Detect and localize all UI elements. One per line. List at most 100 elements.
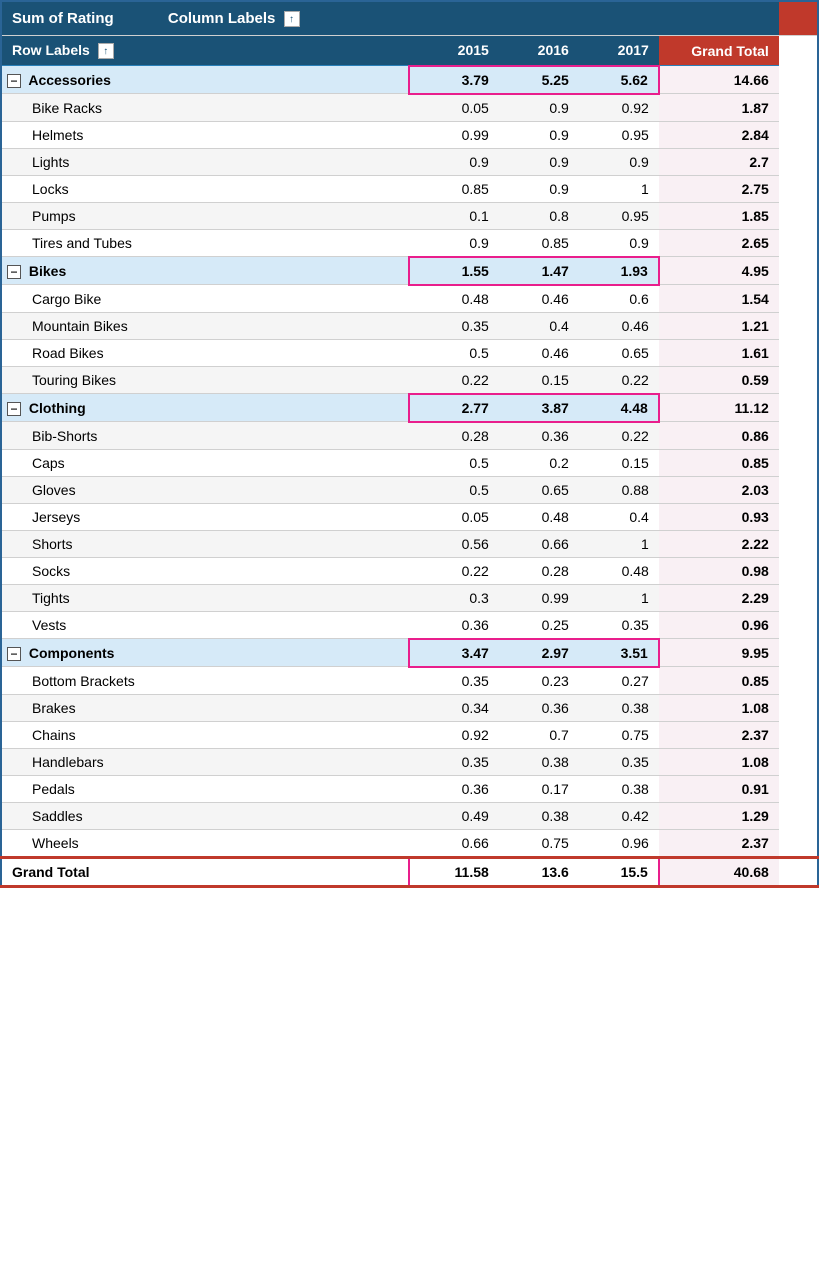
sub-row: Vests 0.36 0.25 0.35 0.96 xyxy=(1,611,818,639)
category-label: − Bikes xyxy=(1,257,409,285)
sub-label: Locks xyxy=(1,175,409,202)
sub-val-2016: 0.75 xyxy=(499,829,579,857)
sub-grand-total: 2.7 xyxy=(659,148,779,175)
sub-val-2017: 1 xyxy=(579,530,659,557)
sub-val-2017: 0.95 xyxy=(579,202,659,229)
sub-val-2015: 0.85 xyxy=(409,175,499,202)
sub-grand-total: 2.29 xyxy=(659,584,779,611)
pivot-table: Sum of Rating Column Labels ↑ Row Labels… xyxy=(0,0,819,888)
sub-val-2015: 0.9 xyxy=(409,229,499,257)
sub-label: Saddles xyxy=(1,802,409,829)
sub-val-2016: 0.38 xyxy=(499,748,579,775)
sub-val-2016: 0.9 xyxy=(499,121,579,148)
collapse-icon[interactable]: − xyxy=(7,265,21,279)
sub-val-2015: 0.56 xyxy=(409,530,499,557)
col-header-grand-total: Grand Total xyxy=(659,36,779,66)
sub-val-2017: 0.42 xyxy=(579,802,659,829)
sub-val-2016: 0.8 xyxy=(499,202,579,229)
sub-grand-total: 2.65 xyxy=(659,229,779,257)
sub-val-2015: 0.05 xyxy=(409,94,499,122)
grand-total-label: Grand Total xyxy=(1,857,409,886)
sub-val-2017: 0.96 xyxy=(579,829,659,857)
sub-val-2016: 0.9 xyxy=(499,94,579,122)
category-label: − Clothing xyxy=(1,394,409,422)
sub-grand-total: 0.91 xyxy=(659,775,779,802)
collapse-icon[interactable]: − xyxy=(7,74,21,88)
category-row: − Bikes 1.55 1.47 1.93 4.95 xyxy=(1,257,818,285)
sub-grand-total: 0.85 xyxy=(659,449,779,476)
sub-val-2016: 0.46 xyxy=(499,285,579,313)
sub-val-2016: 0.46 xyxy=(499,339,579,366)
col-header-2016: 2016 xyxy=(499,36,579,66)
sub-val-2015: 0.48 xyxy=(409,285,499,313)
category-val-2016: 5.25 xyxy=(499,66,579,94)
sub-val-2017: 0.27 xyxy=(579,667,659,695)
sub-val-2015: 0.05 xyxy=(409,503,499,530)
sub-row: Mountain Bikes 0.35 0.4 0.46 1.21 xyxy=(1,312,818,339)
category-label: − Components xyxy=(1,639,409,667)
collapse-icon[interactable]: − xyxy=(7,402,21,416)
sub-row: Wheels 0.66 0.75 0.96 2.37 xyxy=(1,829,818,857)
sub-label: Helmets xyxy=(1,121,409,148)
sub-val-2015: 0.35 xyxy=(409,312,499,339)
sub-val-2016: 0.17 xyxy=(499,775,579,802)
column-sort-icon[interactable]: ↑ xyxy=(284,11,300,27)
sub-val-2017: 0.35 xyxy=(579,611,659,639)
sub-row: Bike Racks 0.05 0.9 0.92 1.87 xyxy=(1,94,818,122)
sub-row: Gloves 0.5 0.65 0.88 2.03 xyxy=(1,476,818,503)
grand-total-val-2017: 15.5 xyxy=(579,857,659,886)
row-sort-icon[interactable]: ↑ xyxy=(98,43,114,59)
sub-val-2015: 0.1 xyxy=(409,202,499,229)
sub-row: Caps 0.5 0.2 0.15 0.85 xyxy=(1,449,818,476)
sub-val-2017: 0.35 xyxy=(579,748,659,775)
sub-val-2017: 0.22 xyxy=(579,366,659,394)
sub-label: Mountain Bikes xyxy=(1,312,409,339)
sub-val-2015: 0.28 xyxy=(409,422,499,450)
sub-val-2015: 0.35 xyxy=(409,748,499,775)
sub-label: Brakes xyxy=(1,694,409,721)
column-headers-row: Row Labels ↑ 2015 2016 2017 Grand Total xyxy=(1,36,818,66)
sub-val-2016: 0.28 xyxy=(499,557,579,584)
sub-val-2017: 0.9 xyxy=(579,229,659,257)
sub-row: Bib-Shorts 0.28 0.36 0.22 0.86 xyxy=(1,422,818,450)
sub-row: Socks 0.22 0.28 0.48 0.98 xyxy=(1,557,818,584)
sub-row: Brakes 0.34 0.36 0.38 1.08 xyxy=(1,694,818,721)
sub-val-2015: 0.22 xyxy=(409,366,499,394)
category-val-2017: 4.48 xyxy=(579,394,659,422)
sub-row: Bottom Brackets 0.35 0.23 0.27 0.85 xyxy=(1,667,818,695)
sub-val-2015: 0.22 xyxy=(409,557,499,584)
sub-grand-total: 1.85 xyxy=(659,202,779,229)
sub-row: Jerseys 0.05 0.48 0.4 0.93 xyxy=(1,503,818,530)
sub-row: Pedals 0.36 0.17 0.38 0.91 xyxy=(1,775,818,802)
sub-label: Gloves xyxy=(1,476,409,503)
sub-val-2015: 0.5 xyxy=(409,449,499,476)
sub-val-2016: 0.36 xyxy=(499,422,579,450)
sub-label: Socks xyxy=(1,557,409,584)
sub-val-2016: 0.65 xyxy=(499,476,579,503)
sub-val-2017: 0.46 xyxy=(579,312,659,339)
grand-total-val-2016: 13.6 xyxy=(499,857,579,886)
sub-val-2017: 0.92 xyxy=(579,94,659,122)
sub-val-2016: 0.9 xyxy=(499,175,579,202)
sub-val-2016: 0.4 xyxy=(499,312,579,339)
sub-row: Helmets 0.99 0.9 0.95 2.84 xyxy=(1,121,818,148)
category-val-2017: 3.51 xyxy=(579,639,659,667)
sub-row: Pumps 0.1 0.8 0.95 1.85 xyxy=(1,202,818,229)
sub-val-2016: 0.38 xyxy=(499,802,579,829)
sub-grand-total: 1.08 xyxy=(659,748,779,775)
category-grand-total: 11.12 xyxy=(659,394,779,422)
category-grand-total: 4.95 xyxy=(659,257,779,285)
sub-val-2017: 0.6 xyxy=(579,285,659,313)
sub-label: Cargo Bike xyxy=(1,285,409,313)
sub-val-2017: 0.38 xyxy=(579,775,659,802)
collapse-icon[interactable]: − xyxy=(7,647,21,661)
sub-row: Handlebars 0.35 0.38 0.35 1.08 xyxy=(1,748,818,775)
sub-label: Pumps xyxy=(1,202,409,229)
category-grand-total: 9.95 xyxy=(659,639,779,667)
sub-val-2017: 0.15 xyxy=(579,449,659,476)
sub-row: Locks 0.85 0.9 1 2.75 xyxy=(1,175,818,202)
sub-label: Lights xyxy=(1,148,409,175)
sub-val-2016: 0.2 xyxy=(499,449,579,476)
sub-val-2017: 0.65 xyxy=(579,339,659,366)
sub-grand-total: 1.61 xyxy=(659,339,779,366)
